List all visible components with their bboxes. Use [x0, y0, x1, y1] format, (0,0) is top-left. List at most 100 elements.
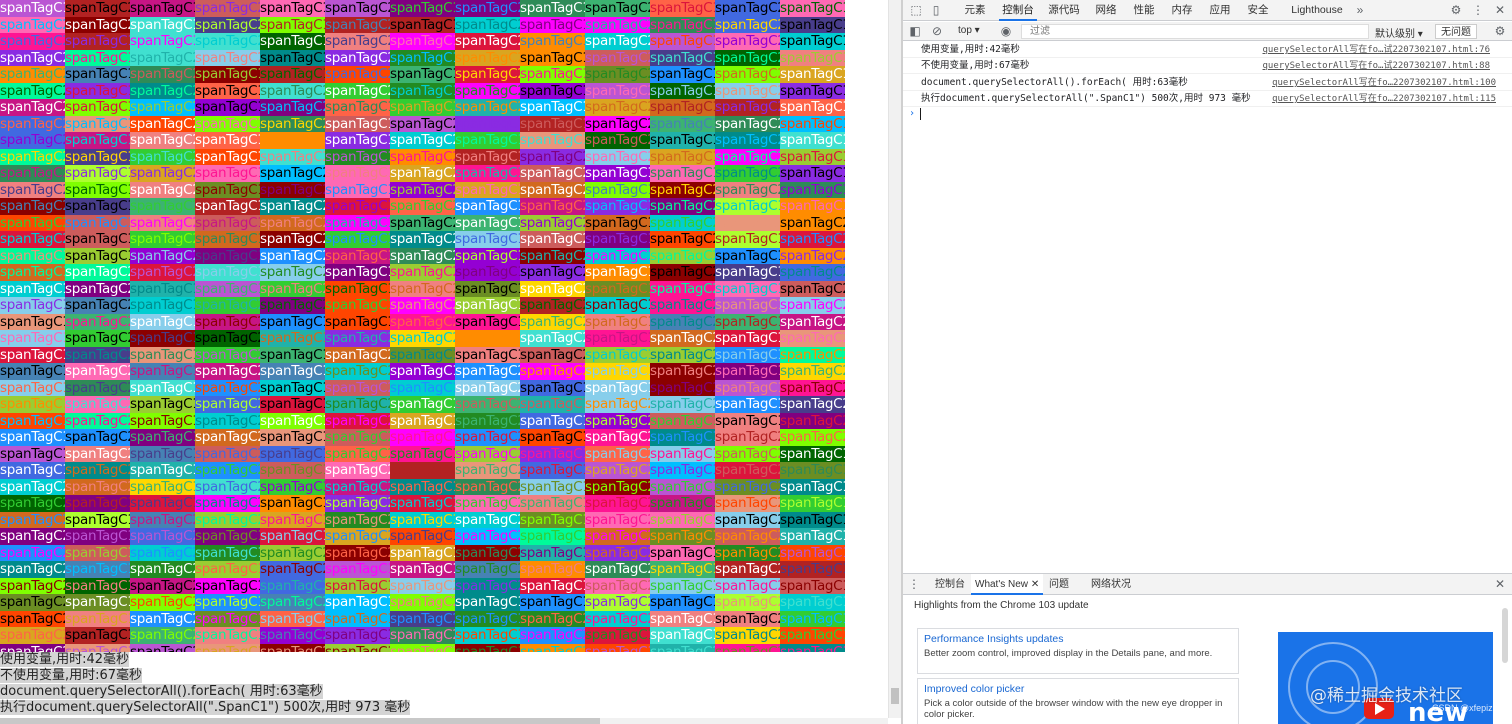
scroll-thumb[interactable] [891, 688, 899, 704]
scroll-thumb[interactable] [1502, 608, 1508, 663]
tab-elements[interactable]: 元素 [961, 0, 989, 21]
span-tag-cell: spanTagC1 [390, 0, 455, 17]
span-tag-cell: spanTagC1 [65, 511, 130, 528]
span-tag-cell: spanTagC1 [195, 643, 260, 652]
span-tag-cell: spanTagC2 [390, 115, 455, 132]
span-tag-cell: spanTagC2 [0, 198, 65, 215]
span-tag-cell: spanTagC2 [455, 561, 520, 578]
span-tag-cell: spanTagC1 [390, 412, 455, 429]
tab-memory[interactable]: 内存 [1169, 0, 1195, 21]
log-level-select[interactable]: 默认级别 ▾ [1375, 25, 1423, 40]
span-tag-cell: spanTagC2 [260, 610, 325, 627]
span-tag-cell: spanTagC1 [520, 528, 585, 545]
span-tag-cell: spanTagC2 [130, 610, 195, 627]
span-tag-cell: spanTagC1 [520, 478, 585, 495]
scroll-thumb[interactable] [0, 718, 600, 724]
span-tag-cell: spanTagC2 [715, 528, 780, 545]
span-tag-cell: spanTagC1 [715, 214, 780, 231]
drawer-menu-icon[interactable]: ⋮ [907, 577, 921, 591]
span-tag-cell: spanTagC2 [455, 379, 520, 396]
span-tag-cell: spanTagC2 [130, 511, 195, 528]
span-tag-cell: spanTagC1 [455, 313, 520, 330]
clear-console-icon[interactable]: ⊘ [930, 24, 944, 38]
span-tag-cell: spanTagC1 [780, 0, 845, 17]
page-horizontal-scrollbar[interactable] [0, 718, 888, 724]
close-icon[interactable]: ✕ [1031, 579, 1039, 590]
span-tag-cell: spanTagC2 [650, 280, 715, 297]
inspect-icon[interactable]: ⬚ [909, 3, 923, 17]
console-input[interactable] [920, 108, 921, 120]
more-tabs-icon[interactable]: » [1353, 3, 1367, 17]
page-vertical-scrollbar[interactable] [888, 0, 901, 718]
kebab-menu-icon[interactable]: ⋮ [1471, 3, 1485, 17]
console-source-link[interactable]: querySelectorAll写在fo…试2207302107.html:76 [1263, 42, 1490, 58]
filter-input[interactable]: 过滤 [1021, 24, 1369, 39]
span-tag-cell: spanTagC1 [65, 214, 130, 231]
span-tag-cell: spanTagC1 [325, 165, 390, 182]
console-settings-icon[interactable]: ⚙ [1493, 24, 1507, 38]
feature-description: Pick a color outside of the browser wind… [924, 698, 1223, 720]
gear-icon[interactable]: ⚙ [1449, 3, 1463, 17]
span-tag-cell: spanTagC1 [715, 247, 780, 264]
tab-security[interactable]: 安全 [1245, 0, 1271, 21]
tab-console[interactable]: 控制台 [999, 0, 1037, 21]
drawer-tab-whats-new[interactable]: What's New ✕ [971, 574, 1044, 595]
span-tag-cell: spanTagC1 [585, 363, 650, 380]
span-tag-cell: spanTagC2 [650, 363, 715, 380]
span-tag-cell: spanTagC1 [455, 132, 520, 149]
close-icon[interactable]: ✕ [1493, 3, 1507, 17]
eye-icon[interactable]: ◉ [999, 24, 1013, 38]
feature-card[interactable]: Performance Insights updates Better zoom… [917, 628, 1239, 674]
tab-application[interactable]: 应用 [1207, 0, 1233, 21]
span-tag-cell: spanTagC2 [715, 0, 780, 17]
drawer-tab-console[interactable]: 控制台 [931, 574, 969, 595]
tab-performance[interactable]: 性能 [1131, 0, 1157, 21]
device-toolbar-icon[interactable]: ▯ [929, 3, 943, 17]
span-tag-cell: spanTagC2 [390, 214, 455, 231]
feature-title-link[interactable]: Performance Insights updates [924, 632, 1232, 646]
span-tag-cell: spanTagC1 [650, 561, 715, 578]
console-source-link[interactable]: querySelectorAll写在fo…2207302107.html:100 [1272, 75, 1496, 91]
span-tag-cell: spanTagC2 [650, 198, 715, 215]
span-tag-cell: spanTagC2 [130, 181, 195, 198]
span-tag-cell: spanTagC2 [455, 445, 520, 462]
span-tag-cell: spanTagC1 [65, 495, 130, 512]
span-tag-cell: spanTagC2 [585, 115, 650, 132]
tab-network[interactable]: 网络 [1093, 0, 1119, 21]
span-tag-cell: spanTagC1 [325, 198, 390, 215]
issues-button[interactable]: 无问题 [1435, 24, 1477, 39]
console-source-link[interactable]: querySelectorAll写在fo…2207302107.html:115 [1272, 91, 1496, 107]
span-tag-cell: spanTagC1 [455, 297, 520, 314]
span-tag-cell: spanTagC1 [0, 313, 65, 330]
span-tag-cell: spanTagC1 [65, 33, 130, 50]
drawer-tab-issues[interactable]: 问题 [1045, 574, 1073, 595]
span-tag-cell: spanTagC1 [130, 16, 195, 33]
context-select[interactable]: top ▾ [958, 25, 980, 36]
close-drawer-icon[interactable]: ✕ [1493, 577, 1507, 591]
span-tag-cell: spanTagC1 [65, 528, 130, 545]
span-tag-cell: spanTagC2 [715, 181, 780, 198]
span-tag-cell: spanTagC2 [585, 412, 650, 429]
span-tag-cell: spanTagC1 [390, 49, 455, 66]
span-tag-cell: spanTagC1 [650, 82, 715, 99]
span-tag-cell: spanTagC1 [0, 363, 65, 380]
span-tag-cell: spanTagC1 [585, 643, 650, 652]
console-message: 使用变量,用时:42毫秒 [921, 44, 1020, 55]
span-tag-cell: spanTagC1 [520, 445, 585, 462]
feature-card[interactable]: Improved color picker Pick a color outsi… [917, 678, 1239, 724]
span-tag-cell: spanTagC2 [650, 181, 715, 198]
tab-lighthouse[interactable]: Lighthouse [1287, 0, 1347, 21]
span-tag-cell: spanTagC1 [650, 115, 715, 132]
drawer-scrollbar[interactable] [1500, 608, 1510, 718]
span-tag-cell: spanTagC1 [325, 132, 390, 149]
drawer-tab-network-conditions[interactable]: 网络状况 [1087, 574, 1135, 595]
tab-sources[interactable]: 源代码 [1047, 0, 1081, 21]
span-tag-cell: spanTagC1 [520, 33, 585, 50]
feature-title-link[interactable]: Improved color picker [924, 682, 1232, 696]
span-tag-cell: spanTagC1 [325, 181, 390, 198]
sidebar-toggle-icon[interactable]: ◧ [908, 24, 922, 38]
console-source-link[interactable]: querySelectorAll写在fo…试2207302107.html:88 [1263, 58, 1490, 74]
span-tag-cell: spanTagC1 [130, 330, 195, 347]
span-tag-cell: spanTagC2 [390, 610, 455, 627]
span-tag-cell: spanTagC2 [260, 99, 325, 116]
